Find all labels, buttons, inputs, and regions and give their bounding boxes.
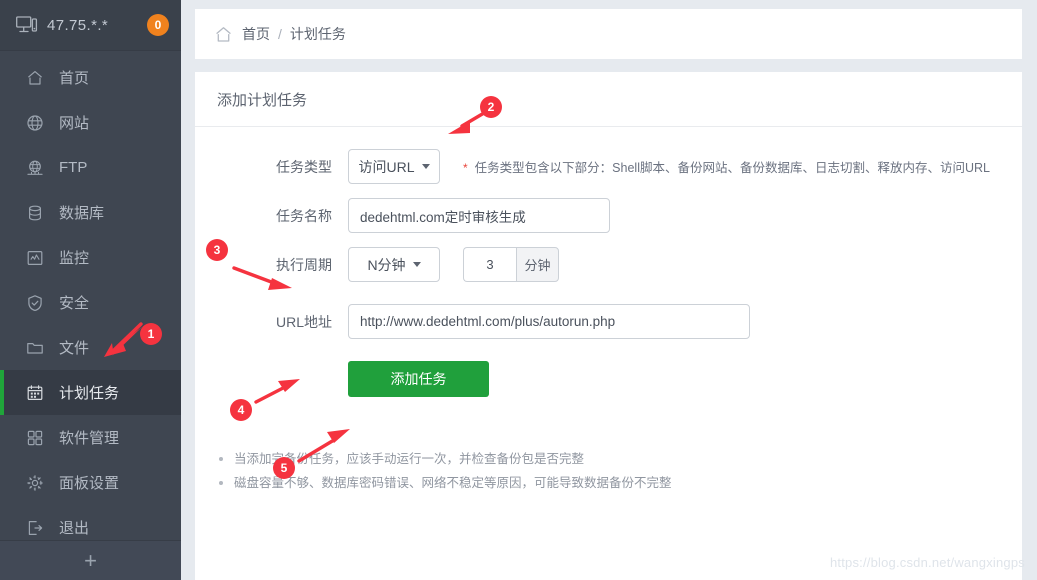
sidebar-item-label: 计划任务 xyxy=(59,385,120,402)
watermark: https://blog.csdn.net/wangxingps xyxy=(829,555,1025,570)
sidebar-item-monitor[interactable]: 监控 xyxy=(0,235,181,280)
period-number-group: 3 分钟 xyxy=(463,247,559,282)
form-row-task-name: 任务名称 dedehtml.com定时审核生成 xyxy=(195,198,1022,233)
monitor-chart-icon xyxy=(25,248,45,268)
sidebar-item-label: 软件管理 xyxy=(59,430,120,447)
task-type-hint: * 任务类型包含以下部分：Shell脚本、备份网站、备份数据库、日志切割、释放内存… xyxy=(463,157,990,176)
sidebar-item-panel-settings[interactable]: 面板设置 xyxy=(0,460,181,505)
url-label: URL地址 xyxy=(275,313,332,330)
add-task-panel: 添加计划任务 任务类型 访问URL * 任务类型包含以下部分：Shell脚本、备份… xyxy=(195,72,1022,580)
sidebar-item-scheduled-tasks[interactable]: 计划任务 xyxy=(0,370,181,415)
note-item: 当添加完备份任务，应该手动运行一次，并检查备份包是否完整 xyxy=(217,447,1022,471)
monitor-icon xyxy=(16,16,38,34)
main-content: 首页 / 计划任务 添加计划任务 任务类型 访问URL * 任务类型包含以下部分：… xyxy=(181,0,1037,580)
app-root: 47.75.*.* 0 首页 网站 FTP 数据库 监控 安全 文件 计划任务 … xyxy=(0,0,1037,580)
notification-badge[interactable]: 0 xyxy=(147,14,169,36)
period-number-input[interactable]: 3 xyxy=(463,247,516,282)
sidebar-item-software[interactable]: 软件管理 xyxy=(0,415,181,460)
sidebar-item-label: 网站 xyxy=(59,115,90,132)
form-row-url: URL地址 http://www.dedehtml.com/plus/autor… xyxy=(195,304,1022,339)
sidebar-header: 47.75.*.* 0 xyxy=(0,0,181,51)
chevron-down-icon xyxy=(421,164,430,169)
sidebar-item-label: 退出 xyxy=(59,520,90,537)
ftp-icon xyxy=(25,158,45,178)
shield-icon xyxy=(25,293,45,313)
home-icon xyxy=(25,68,45,88)
task-name-label: 任务名称 xyxy=(276,207,332,224)
chevron-down-icon xyxy=(412,262,421,267)
sidebar-item-label: FTP xyxy=(59,159,88,176)
logout-icon xyxy=(25,518,45,538)
host-address: 47.75.*.* xyxy=(47,16,109,34)
grid-icon xyxy=(25,428,45,448)
sidebar-item-label: 首页 xyxy=(59,70,90,87)
sidebar-menu: 首页 网站 FTP 数据库 监控 安全 文件 计划任务 软件管理 面板设置 退出 xyxy=(0,51,181,540)
period-value: N分钟 xyxy=(367,256,406,273)
task-name-input[interactable]: dedehtml.com定时审核生成 xyxy=(348,198,610,233)
sidebar-item-label: 监控 xyxy=(59,250,90,267)
sidebar-item-label: 安全 xyxy=(59,295,90,312)
sidebar-item-label: 面板设置 xyxy=(59,475,120,492)
breadcrumb-home[interactable]: 首页 xyxy=(242,24,270,44)
sidebar-item-files[interactable]: 文件 xyxy=(0,325,181,370)
sidebar-add-button[interactable]: + xyxy=(0,540,181,580)
folder-icon xyxy=(25,338,45,358)
task-type-hint-text: 任务类型包含以下部分：Shell脚本、备份网站、备份数据库、日志切割、释放内存、… xyxy=(474,161,990,175)
sidebar-item-logout[interactable]: 退出 xyxy=(0,505,181,540)
database-icon xyxy=(25,203,45,223)
gear-icon xyxy=(25,473,45,493)
breadcrumb-separator: / xyxy=(278,26,282,42)
sidebar-item-website[interactable]: 网站 xyxy=(0,100,181,145)
sidebar-item-home[interactable]: 首页 xyxy=(0,55,181,100)
form-row-task-type: 任务类型 访问URL * 任务类型包含以下部分：Shell脚本、备份网站、备份数据… xyxy=(195,149,1022,184)
period-select[interactable]: N分钟 xyxy=(348,247,440,282)
url-input[interactable]: http://www.dedehtml.com/plus/autorun.php xyxy=(348,304,750,339)
sidebar-item-security[interactable]: 安全 xyxy=(0,280,181,325)
form-row-submit: 添加任务 xyxy=(195,361,1022,397)
sidebar-item-ftp[interactable]: FTP xyxy=(0,145,181,190)
home-icon xyxy=(214,25,233,44)
period-label: 执行周期 xyxy=(276,256,332,273)
task-type-value: 访问URL xyxy=(358,158,415,175)
period-unit-addon: 分钟 xyxy=(516,247,559,282)
notes-list: 当添加完备份任务，应该手动运行一次，并检查备份包是否完整 磁盘容量不够、数据库密… xyxy=(217,447,1022,495)
note-item: 磁盘容量不够、数据库密码错误、网络不稳定等原因，可能导致数据备份不完整 xyxy=(217,471,1022,495)
task-type-select[interactable]: 访问URL xyxy=(348,149,440,184)
page-title: 添加计划任务 xyxy=(195,72,1022,127)
add-task-button[interactable]: 添加任务 xyxy=(348,361,489,397)
add-task-form: 任务类型 访问URL * 任务类型包含以下部分：Shell脚本、备份网站、备份数据… xyxy=(195,127,1022,397)
sidebar-item-label: 文件 xyxy=(59,340,90,357)
breadcrumb: 首页 / 计划任务 xyxy=(195,9,1022,59)
form-row-period: 执行周期 N分钟 3 分钟 xyxy=(195,247,1022,282)
sidebar: 47.75.*.* 0 首页 网站 FTP 数据库 监控 安全 文件 计划任务 … xyxy=(0,0,181,580)
breadcrumb-current: 计划任务 xyxy=(289,26,346,42)
sidebar-item-label: 数据库 xyxy=(59,205,105,222)
sidebar-item-database[interactable]: 数据库 xyxy=(0,190,181,235)
task-type-label: 任务类型 xyxy=(276,158,332,175)
calendar-icon xyxy=(25,383,45,403)
globe-icon xyxy=(25,113,45,133)
required-star: * xyxy=(463,161,468,175)
